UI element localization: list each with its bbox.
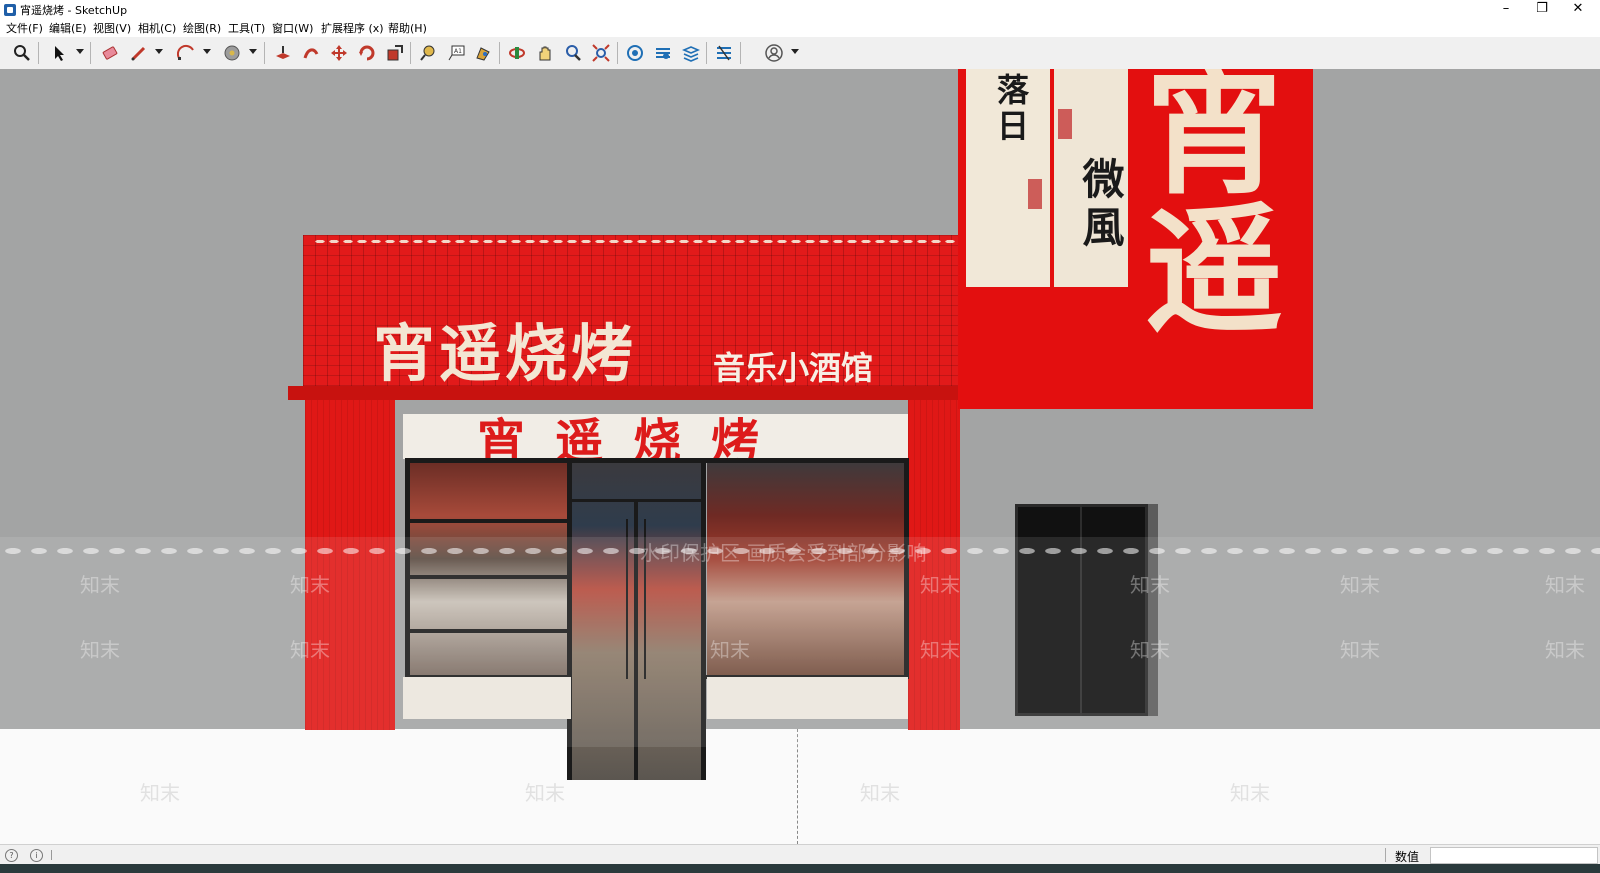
watermark-logo: 知末 [1130,573,1170,597]
seal-stamp [1028,179,1042,209]
menu-view[interactable]: 视图(V) [93,20,131,37]
watermark-logo: 知末 [860,781,900,805]
toolbar-separator [410,42,411,64]
sign-sub-text: 音乐小酒馆 [713,349,874,387]
paint-bucket-icon[interactable] [221,42,243,64]
calligraphy-text: 落日 [992,73,1030,145]
status-divider [1385,848,1386,862]
status-bar: ? i 数值 [0,844,1600,865]
calligraphy-scroll: 落日 [966,69,1050,287]
toolbar-separator [740,42,741,64]
menu-bar: 文件(F) 编辑(E) 视图(V) 相机(C) 绘图(R) 工具(T) 窗口(W… [0,20,1600,37]
toolbar-separator [38,42,39,64]
window-frame-top [405,458,907,463]
watermark-logo: 知末 [1230,781,1270,805]
minimize-button[interactable]: – [1488,0,1524,20]
door-header-text: 宵遥烧烤 [477,414,790,459]
pencil-icon[interactable] [128,42,150,64]
geo-location-icon[interactable]: ? [5,849,18,862]
tape-measure-icon[interactable] [417,42,439,64]
eraser-icon[interactable] [99,42,121,64]
toolbar-separator [617,42,618,64]
menu-extensions[interactable]: 扩展程序 (x) [321,20,384,37]
banner-big-text: 宵遥 [1121,69,1284,335]
restore-button[interactable]: ❐ [1524,0,1560,20]
menu-help[interactable]: 帮助(H) [388,20,427,37]
account-icon[interactable] [763,42,785,64]
toolbar-separator [706,42,707,64]
watermark-logo: 知末 [525,781,565,805]
title-bar: 宵遥烧烤 - SketchUp – ❐ ✕ [0,0,1600,20]
watermark-logo: 知末 [290,638,330,662]
text-icon[interactable]: A1 [445,42,467,64]
watermark-logo: 知末 [80,573,120,597]
extension-manager-icon[interactable] [713,42,735,64]
menu-edit[interactable]: 编辑(E) [49,20,87,37]
watermark-logo: 知末 [80,638,120,662]
select-dropdown-icon[interactable] [76,49,84,54]
scale-icon[interactable] [384,42,406,64]
orbit-icon[interactable] [506,42,528,64]
watermark-text: 水印保护区 画质会受到部分影响 [640,541,927,565]
sketchup-app-icon [4,4,16,16]
sign-studs [313,239,955,244]
close-button[interactable]: ✕ [1560,0,1596,20]
watermark-logo: 知末 [1545,638,1585,662]
taskbar-strip [0,864,1600,873]
watermark-logo: 知末 [1130,638,1170,662]
push-pull-icon[interactable] [272,42,294,64]
watermark-logo: 知末 [290,573,330,597]
toolbar-separator [90,42,91,64]
watermark-logo: 知末 [1340,638,1380,662]
door-header-band: 宵遥烧烤 [403,414,908,459]
zoom-extents-icon[interactable] [590,42,612,64]
info-icon[interactable]: i [30,849,43,862]
sign-main-text: 宵遥烧烤 [373,317,638,390]
account-dropdown-icon[interactable] [791,49,799,54]
window-title: 宵遥烧烤 - SketchUp [20,4,128,17]
zoom-window-icon[interactable] [11,42,33,64]
measurements-label: 数值 [1395,850,1420,864]
calligraphy-scroll: 微風 [1054,69,1128,287]
warehouse-icon[interactable] [624,42,646,64]
follow-me-icon[interactable] [300,42,322,64]
seal-stamp [1058,109,1072,139]
side-banner: 落日 微風 宵遥 [958,69,1313,409]
watermark-logo: 知末 [920,638,960,662]
toolbar: A1 [0,37,1600,70]
watermark-logo: 知末 [920,573,960,597]
pencil-dropdown-icon[interactable] [155,49,163,54]
paint-icon[interactable] [472,42,494,64]
arc-dropdown-icon[interactable] [203,49,211,54]
menu-tools[interactable]: 工具(T) [228,20,265,37]
watermark-logo: 知末 [1340,573,1380,597]
measurements-input[interactable] [1430,847,1598,864]
extension-warehouse-icon[interactable] [652,42,674,64]
watermark-logo: 知末 [1545,573,1585,597]
arc-icon[interactable] [175,42,197,64]
watermark-logo: 知末 [140,781,180,805]
watermark-logo: 知末 [710,638,750,662]
menu-draw[interactable]: 绘图(R) [183,20,221,37]
toolbar-separator [499,42,500,64]
storefront-sign-board: 宵遥烧烤 音乐小酒馆 [303,235,965,400]
menu-file[interactable]: 文件(F) [6,20,43,37]
zoom-icon[interactable] [562,42,584,64]
toolbar-separator [264,42,265,64]
select-icon[interactable] [48,42,70,64]
paint-dropdown-icon[interactable] [249,49,257,54]
rotate-icon[interactable] [356,42,378,64]
status-divider [51,850,52,860]
move-icon[interactable] [328,42,350,64]
sign-ledge [288,386,970,400]
window-transom [409,519,567,523]
menu-camera[interactable]: 相机(C) [138,20,176,37]
model-viewport[interactable]: 宵遥烧烤 音乐小酒馆 宵遥烧烤 落日 微風 宵遥 水印保护区 画质会受到部分影响… [0,69,1600,844]
pan-icon[interactable] [534,42,556,64]
svg-text:A1: A1 [454,48,462,55]
layout-icon[interactable] [680,42,702,64]
menu-window[interactable]: 窗口(W) [272,20,313,37]
